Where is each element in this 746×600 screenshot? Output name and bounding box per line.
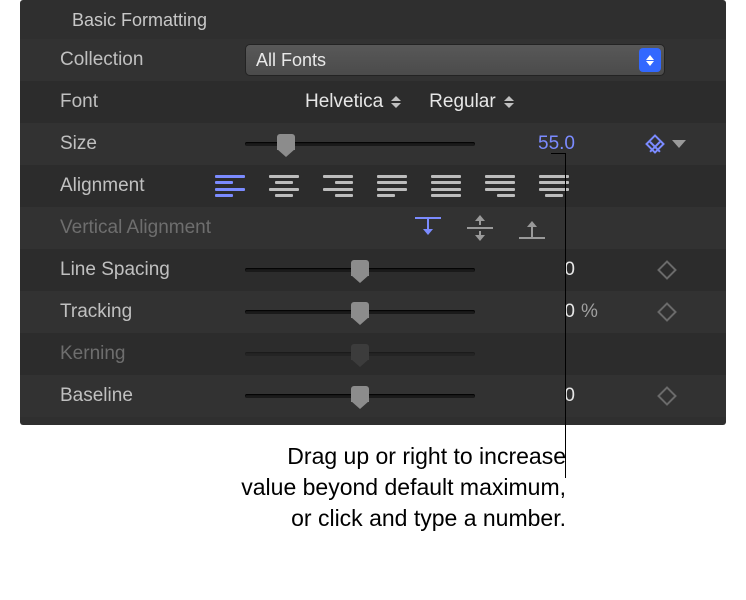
callout-tick [551, 153, 565, 154]
justify-full-button[interactable] [431, 175, 461, 197]
row-size: Size 55.0 [20, 123, 726, 165]
row-baseline: Baseline 0 [20, 375, 726, 417]
font-style-select[interactable]: Regular [429, 91, 514, 113]
popup-arrows-icon [639, 48, 661, 72]
row-font: Font Helvetica Regular [20, 81, 726, 123]
slider-thumb-icon[interactable] [351, 260, 369, 276]
chevron-down-icon[interactable] [672, 140, 686, 148]
justify-right-button[interactable] [485, 175, 515, 197]
collection-popup[interactable]: All Fonts [245, 44, 665, 76]
caption-line: value beyond default maximum, [20, 472, 566, 503]
slider-thumb-icon[interactable] [351, 302, 369, 318]
stepper-icon [391, 96, 401, 108]
line-spacing-label: Line Spacing [60, 259, 245, 281]
valign-label: Vertical Alignment [60, 217, 245, 239]
add-keyframe-icon[interactable] [645, 134, 665, 154]
slider-thumb-icon [351, 344, 369, 360]
baseline-value[interactable]: 0 [495, 385, 575, 407]
baseline-label: Baseline [60, 385, 245, 407]
valign-bottom-button[interactable] [519, 217, 545, 239]
font-label: Font [60, 91, 245, 113]
slider-thumb-icon[interactable] [351, 386, 369, 402]
baseline-slider[interactable] [245, 394, 475, 398]
line-spacing-value[interactable]: 0 [495, 259, 575, 281]
callout-line [565, 153, 566, 478]
font-style-value: Regular [429, 91, 496, 113]
align-center-button[interactable] [269, 175, 299, 197]
keyframe-icon[interactable] [657, 302, 677, 322]
tracking-slider[interactable] [245, 310, 475, 314]
justify-left-button[interactable] [377, 175, 407, 197]
collection-label: Collection [60, 49, 245, 71]
collection-value: All Fonts [256, 50, 326, 71]
tracking-value[interactable]: 0 [495, 301, 575, 323]
caption-line: or click and type a number. [20, 503, 566, 534]
valign-top-button[interactable] [415, 217, 441, 239]
keyframe-icon[interactable] [657, 260, 677, 280]
panel-title: Basic Formatting [20, 0, 726, 39]
align-right-button[interactable] [323, 175, 353, 197]
size-slider[interactable] [245, 142, 475, 146]
kerning-slider [245, 352, 475, 356]
row-alignment: Alignment [20, 165, 726, 207]
row-tracking: Tracking 0 % [20, 291, 726, 333]
formatting-panel: Basic Formatting Collection All Fonts Fo… [20, 0, 726, 425]
row-line-spacing: Line Spacing 0 [20, 249, 726, 291]
row-kerning: Kerning [20, 333, 726, 375]
caption: Drag up or right to increase value beyon… [20, 441, 726, 534]
size-label: Size [60, 133, 245, 155]
valign-middle-button[interactable] [467, 217, 493, 239]
slider-thumb-icon[interactable] [277, 134, 295, 150]
font-family-select[interactable]: Helvetica [305, 91, 401, 113]
font-family-value: Helvetica [305, 91, 383, 113]
tracking-label: Tracking [60, 301, 245, 323]
caption-line: Drag up or right to increase [20, 441, 566, 472]
align-left-button[interactable] [215, 175, 245, 197]
kerning-label: Kerning [60, 343, 245, 365]
keyframe-icon[interactable] [657, 386, 677, 406]
size-value[interactable]: 55.0 [495, 133, 575, 155]
tracking-suffix: % [581, 301, 598, 323]
row-collection: Collection All Fonts [20, 39, 726, 81]
stepper-icon [504, 96, 514, 108]
row-valign: Vertical Alignment [20, 207, 726, 249]
line-spacing-slider[interactable] [245, 268, 475, 272]
